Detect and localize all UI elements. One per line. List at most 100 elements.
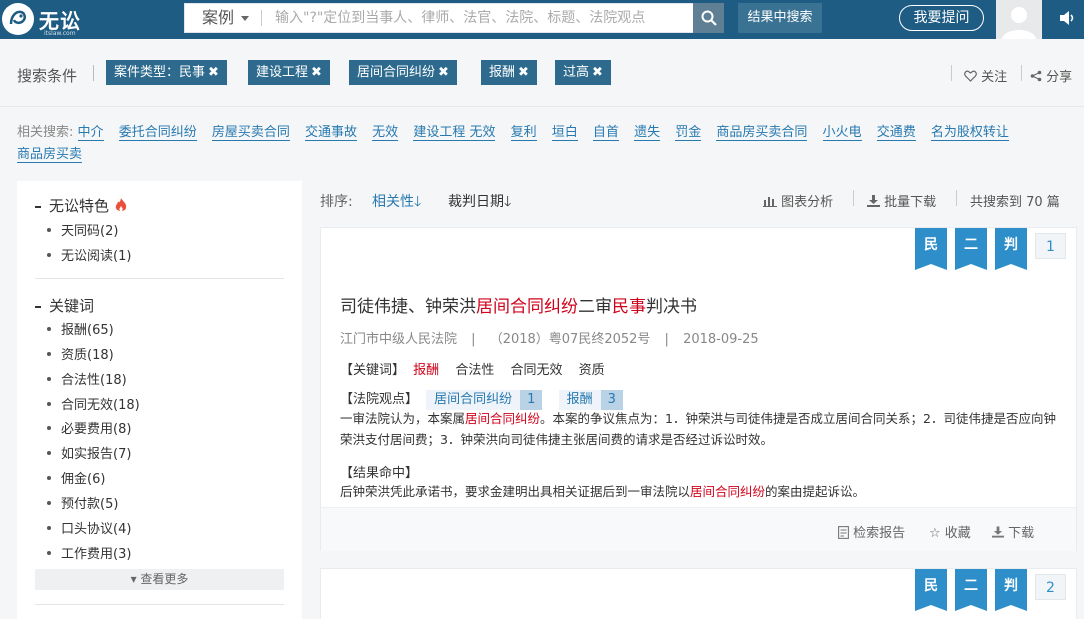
facet-item[interactable]: 工作费用(3) xyxy=(46,543,131,562)
facet-item[interactable]: 报酬(65) xyxy=(47,319,114,338)
share-button[interactable]: 分享 xyxy=(1030,66,1072,85)
close-icon[interactable]: ✖ xyxy=(208,65,219,80)
facet-sidebar: 无讼特色 天同码(2) 无讼阅读(1) 关键词 报酬(65) 资质(18) 合法… xyxy=(17,181,302,619)
judgment-date: 2018-09-25 xyxy=(683,332,759,347)
case-keywords: 【关键词】 报酬 合法性 合同无效 资质 xyxy=(340,359,617,378)
facet-title-featured[interactable]: 无讼特色 xyxy=(35,195,128,216)
related-link[interactable]: 罚金 xyxy=(675,125,702,141)
related-link[interactable]: 中介 xyxy=(77,125,104,141)
bar-chart-icon xyxy=(763,197,777,207)
facet-item[interactable]: 预付款(5) xyxy=(46,493,118,512)
facet-item[interactable]: 天同码(2) xyxy=(46,220,118,239)
sort-relevance-label: 相关性 xyxy=(372,194,414,210)
related-link[interactable]: 遗失 xyxy=(634,125,661,141)
result-index: 2 xyxy=(1035,574,1066,600)
facet-item[interactable]: 必要费用(8) xyxy=(46,418,131,437)
facet-item[interactable]: 合同无效(18) xyxy=(47,394,140,413)
related-link[interactable]: 交通事故 xyxy=(305,125,358,141)
related-link[interactable]: 无效 xyxy=(372,125,399,141)
sort-by-date[interactable]: 裁判日期🡓 xyxy=(448,191,511,215)
avatar[interactable] xyxy=(996,0,1042,39)
divider xyxy=(35,604,284,605)
opinion-text-part: 一审法院认为，本案属 xyxy=(340,411,466,426)
filter-chip-intermediary-dispute[interactable]: 居间合同纠纷 ✖ xyxy=(349,60,457,85)
keywords-label: 【关键词】 xyxy=(340,363,406,378)
opinion-tag[interactable]: 居间合同纠纷 xyxy=(426,390,521,410)
search-type-label: 案例 xyxy=(202,8,235,27)
related-link[interactable]: 商品房买卖合同 xyxy=(716,125,808,141)
keyword-highlight[interactable]: 报酬 xyxy=(413,363,439,378)
filter-chip-construction[interactable]: 建设工程 ✖ xyxy=(248,60,330,85)
title-highlight: 居间合同纠纷 xyxy=(476,297,578,317)
batch-download-button[interactable]: 批量下载 xyxy=(867,191,936,210)
badge-civil: 民 xyxy=(915,228,947,270)
speaker-icon[interactable] xyxy=(1058,9,1076,31)
filter-chip-too-high[interactable]: 过高 ✖ xyxy=(555,60,611,85)
related-link[interactable]: 自首 xyxy=(592,125,619,141)
case-title[interactable]: 司徒伟捷、钟荣洪居间合同纠纷二审民事判决书 xyxy=(340,292,697,317)
close-icon[interactable]: ✖ xyxy=(518,65,529,80)
facet-item[interactable]: 如实报告(7) xyxy=(46,443,131,462)
search-report-button[interactable]: 检索报告 xyxy=(838,522,905,541)
related-link[interactable]: 小火电 xyxy=(822,125,862,141)
search-within-results-button[interactable]: 结果中搜索 xyxy=(738,3,822,33)
keyword[interactable]: 合同无效 xyxy=(510,363,562,378)
search-type-select[interactable]: 案例 xyxy=(185,4,261,32)
case-card[interactable]: 民 二 判 2 xyxy=(320,568,1077,619)
result-hit-text: 后钟荣洪凭此承诺书，要求金建明出具相关证据后到一审法院以居间合同纠纷的案由提起诉… xyxy=(340,481,1060,502)
facet-title-keywords[interactable]: 关键词 xyxy=(35,295,94,316)
favorite-button[interactable]: ☆ 收藏 xyxy=(929,522,971,541)
sort-bar: 排序: 相关性🡓 裁判日期🡓 图表分析 批量下载 共搜索到 70 篇 xyxy=(320,181,1077,217)
title-text: 二审 xyxy=(578,297,612,317)
ask-question-button[interactable]: 我要提问 xyxy=(899,5,984,31)
meta-separator: | xyxy=(664,332,669,347)
opinion-tag[interactable]: 报酬 xyxy=(558,390,601,410)
facet-item[interactable]: 口头协议(4) xyxy=(46,518,131,537)
case-card[interactable]: 民 二 判 1 司徒伟捷、钟荣洪居间合同纠纷二审民事判决书 江门市中级人民法院 … xyxy=(320,227,1077,551)
meta-separator: | xyxy=(471,332,476,347)
result-hit-label: 【结果命中】 xyxy=(340,466,419,481)
keyword[interactable]: 合法性 xyxy=(455,363,494,378)
related-link[interactable]: 委托合同纠纷 xyxy=(118,125,197,141)
divider xyxy=(1021,65,1022,81)
search-report-label: 检索报告 xyxy=(853,526,906,541)
chart-analysis-button[interactable]: 图表分析 xyxy=(763,191,833,210)
opinion-tag-count: 3 xyxy=(600,390,623,410)
sort-date-label: 裁判日期 xyxy=(448,194,504,210)
logo[interactable]: 无讼 itslaw.com xyxy=(2,2,102,37)
court-name[interactable]: 江门市中级人民法院 xyxy=(340,332,457,347)
close-icon[interactable]: ✖ xyxy=(592,65,603,80)
facet-item[interactable]: 资质(18) xyxy=(47,344,114,363)
follow-button[interactable]: 关注 xyxy=(964,66,1007,85)
chip-label: 案件类型：民事 xyxy=(114,65,206,80)
sort-by-relevance[interactable]: 相关性🡓 xyxy=(372,191,421,215)
close-icon[interactable]: ✖ xyxy=(438,65,449,80)
filter-chip-case-type[interactable]: 案件类型：民事 ✖ xyxy=(106,60,227,85)
show-more-button[interactable]: ▾ 查看更多 xyxy=(35,569,284,590)
facet-title-label: 关键词 xyxy=(49,297,95,315)
download-button[interactable]: 下载 xyxy=(992,522,1034,541)
related-link[interactable]: 名为股权转让 xyxy=(930,125,1009,141)
related-link[interactable]: 建设工程 无效 xyxy=(413,125,496,141)
chip-label: 过高 xyxy=(563,65,590,80)
keyword[interactable]: 资质 xyxy=(579,363,605,378)
related-link[interactable]: 垣白 xyxy=(551,125,578,141)
follow-label: 关注 xyxy=(981,70,1008,85)
close-icon[interactable]: ✖ xyxy=(311,65,322,80)
search-input[interactable] xyxy=(267,4,687,32)
facet-item[interactable]: 佣金(6) xyxy=(46,468,105,487)
title-text: 判决书 xyxy=(646,297,697,317)
result-text-part: 后钟荣洪凭此承诺书，要求金建明出具相关证据后到一审法院以 xyxy=(340,484,691,499)
facet-item[interactable]: 合法性(18) xyxy=(47,369,127,388)
result-text-part: 的案由提起诉讼。 xyxy=(765,484,866,499)
related-link[interactable]: 交通费 xyxy=(876,125,916,141)
related-link[interactable]: 复利 xyxy=(510,125,537,141)
related-link[interactable]: 商品房买卖 xyxy=(17,147,83,163)
filter-chip-remuneration[interactable]: 报酬 ✖ xyxy=(481,60,537,85)
arrow-down-icon: 🡓 xyxy=(414,194,422,210)
search-button[interactable] xyxy=(693,3,724,33)
related-link[interactable]: 房屋买卖合同 xyxy=(211,125,290,141)
download-icon xyxy=(992,526,1004,538)
opinion-label: 【法院观点】 xyxy=(340,392,419,407)
facet-item[interactable]: 无讼阅读(1) xyxy=(46,245,131,264)
